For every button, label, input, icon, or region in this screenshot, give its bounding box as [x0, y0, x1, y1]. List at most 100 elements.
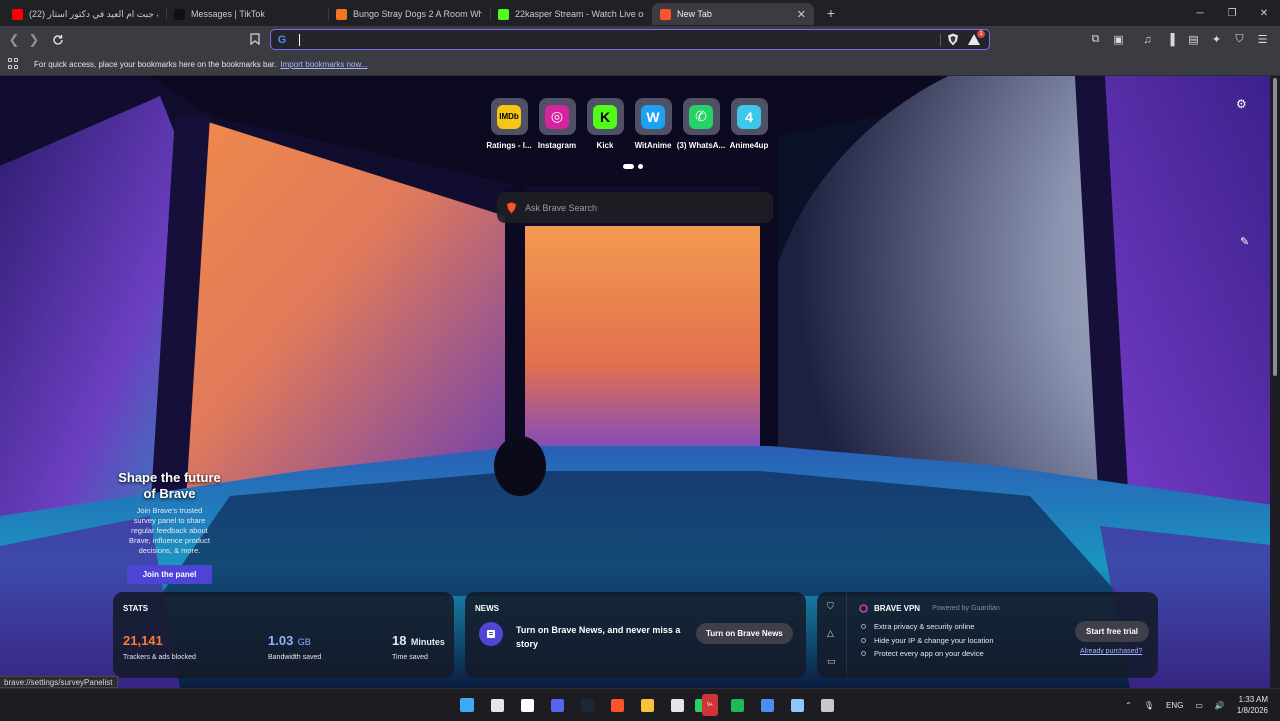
leo-ai-icon[interactable]: ✦ [1207, 30, 1226, 49]
back-button[interactable]: ❮ [4, 30, 24, 50]
microphone-icon[interactable]: 🎙 [1144, 701, 1154, 710]
network-icon[interactable]: ▭ [1195, 701, 1203, 710]
tab-1[interactable]: (22) قصة جبت ام العيد في دكتور استار [4, 3, 166, 25]
tab-3[interactable]: Bungo Stray Dogs 2 A Room Where W [328, 3, 490, 25]
brave-search-input[interactable] [525, 202, 755, 213]
tab-title: Messages | TikTok [191, 9, 265, 19]
news-promo-text: Turn on Brave News, and never miss a sto… [516, 625, 681, 649]
volume-icon[interactable]: 🔊 [1215, 701, 1225, 710]
settings-gear-icon[interactable]: ⚙ [1236, 97, 1247, 111]
capcut-icon[interactable] [515, 694, 539, 716]
close-window-button[interactable]: ✕ [1248, 0, 1280, 26]
bandwidth-label: Bandwidth saved [268, 654, 322, 661]
clock[interactable]: 1:33 AM 1/8/2026 [1237, 694, 1268, 716]
notepad-icon[interactable] [785, 694, 809, 716]
tiktok-icon [174, 8, 185, 20]
time-value: 18 [392, 633, 407, 648]
pager-dot-1[interactable] [623, 164, 634, 169]
brave-shields-icon[interactable] [947, 33, 959, 46]
chevron-up-icon[interactable]: ⌃ [1125, 701, 1132, 710]
apps-grid-icon[interactable] [8, 58, 20, 70]
top-site-6[interactable]: 4 Anime4up [730, 98, 768, 150]
top-site-tile[interactable]: ✆ [682, 98, 720, 135]
reload-button[interactable] [48, 30, 68, 50]
snipping-tool-icon[interactable] [815, 694, 839, 716]
wallet-icon[interactable]: ▣ [1109, 30, 1128, 49]
talk-widget-icon[interactable]: ▭ [827, 656, 836, 667]
top-site-tile[interactable]: W [634, 98, 672, 135]
stats-card: STATS 21,141 Trackers & ads blocked 1.03… [113, 592, 454, 678]
brave-search-box [497, 192, 773, 223]
epic-games-icon[interactable] [485, 694, 509, 716]
news-card: NEWS Turn on Brave News, and never miss … [465, 592, 806, 678]
vpn-logo-icon [859, 604, 868, 613]
minimize-button[interactable]: ─ [1184, 0, 1216, 26]
top-site-4[interactable]: W WitAnime [634, 98, 672, 150]
tab-title: (22) قصة جبت ام العيد في دكتور استار [29, 8, 158, 19]
windows-start-icon[interactable] [455, 694, 479, 716]
rewards-widget-icon[interactable]: △ [827, 628, 834, 639]
extensions-icon[interactable]: ⧉ [1086, 30, 1105, 49]
check-icon [861, 637, 866, 643]
spotify-icon[interactable] [725, 694, 749, 716]
already-purchased-link[interactable]: Already purchased? [1080, 648, 1142, 655]
tab-5[interactable]: New Tab ✕ [652, 3, 814, 25]
tab-2[interactable]: Messages | TikTok [166, 3, 328, 25]
media-icon[interactable]: ♫ [1138, 30, 1157, 49]
address-bar[interactable]: G 1 [270, 29, 990, 50]
import-bookmarks-link[interactable]: Import bookmarks now... [280, 60, 367, 69]
text-caret [299, 33, 300, 46]
turn-on-news-button[interactable]: Turn on Brave News [696, 623, 793, 644]
sidebar-icon[interactable]: ▐ [1161, 30, 1180, 49]
clock-date: 1/8/2026 [1236, 706, 1268, 715]
forward-button[interactable]: ❯ [24, 30, 44, 50]
vpn-features: Extra privacy & security online Hide you… [861, 620, 994, 661]
youtube-icon [12, 8, 23, 20]
close-tab-icon[interactable]: ✕ [797, 8, 806, 21]
vpn-brand: BRAVE VPN [874, 604, 921, 613]
top-site-2[interactable]: ◎ Instagram [538, 98, 576, 150]
top-site-1[interactable]: IMDb Ratings - I... [486, 98, 532, 150]
top-site-3[interactable]: K Kick [586, 98, 624, 150]
tab-list: (22) قصة جبت ام العيد في دكتور استار Mess… [0, 0, 814, 26]
news-title: NEWS [475, 604, 499, 613]
top-site-tile[interactable]: K [586, 98, 624, 135]
top-site-tile[interactable]: IMDb [490, 98, 528, 135]
stats-title: STATS [123, 604, 149, 613]
vpn-widget-icon[interactable]: ⛉ [827, 601, 834, 612]
notification-badge: 9+ [701, 694, 718, 716]
join-panel-button[interactable]: Join the panel [126, 565, 213, 584]
language-indicator[interactable]: ENG [1166, 701, 1183, 710]
pager-dot-2[interactable] [638, 164, 643, 169]
top-site-label: (3) WhatsA... [676, 141, 726, 150]
new-tab-button[interactable]: + [822, 5, 840, 21]
menu-icon[interactable]: ☰ [1253, 30, 1272, 49]
brave-wallet-icon[interactable]: ▤ [1184, 30, 1203, 49]
page-scrollbar[interactable] [1270, 76, 1280, 688]
brave-icon[interactable] [605, 694, 629, 716]
whatsapp-icon[interactable]: 9+ [695, 694, 719, 716]
customize-background-icon[interactable]: ✎ [1240, 235, 1249, 248]
trackers-label: Trackers & ads blocked [123, 654, 196, 661]
app-icon[interactable] [755, 694, 779, 716]
steam-icon[interactable] [575, 694, 599, 716]
top-site-5[interactable]: ✆ (3) WhatsA... [677, 98, 725, 150]
start-free-trial-button[interactable]: Start free trial [1075, 621, 1150, 642]
top-site-tile[interactable]: 4 [730, 98, 768, 135]
top-site-tile[interactable]: ◎ [538, 98, 576, 135]
top-site-label: Anime4up [729, 141, 769, 150]
store-icon[interactable] [665, 694, 689, 716]
toolbar: ❮ ❯ G 1 ⧉ ▣ ♫ ▐ ▤ ✦ ⛉ ☰ [0, 26, 1280, 53]
scrollbar-thumb[interactable] [1273, 78, 1277, 376]
vpn-shield-icon[interactable]: ⛉ [1230, 30, 1249, 49]
discord-like-icon[interactable] [545, 694, 569, 716]
bookmark-star-button[interactable] [246, 30, 264, 48]
check-icon [861, 624, 866, 630]
file-explorer-icon[interactable] [635, 694, 659, 716]
top-site-label: WitAnime [634, 141, 672, 150]
witanime-icon: W [641, 104, 665, 129]
tab-4[interactable]: 22kasper Stream - Watch Live on Kick [490, 3, 652, 25]
brave-rewards-icon[interactable]: 1 [967, 30, 985, 46]
restore-button[interactable]: ❐ [1216, 0, 1248, 26]
windows-taskbar: 9+ ⌃ 🎙 ENG ▭ 🔊 1:33 AM 1/8/2026 [0, 688, 1280, 720]
